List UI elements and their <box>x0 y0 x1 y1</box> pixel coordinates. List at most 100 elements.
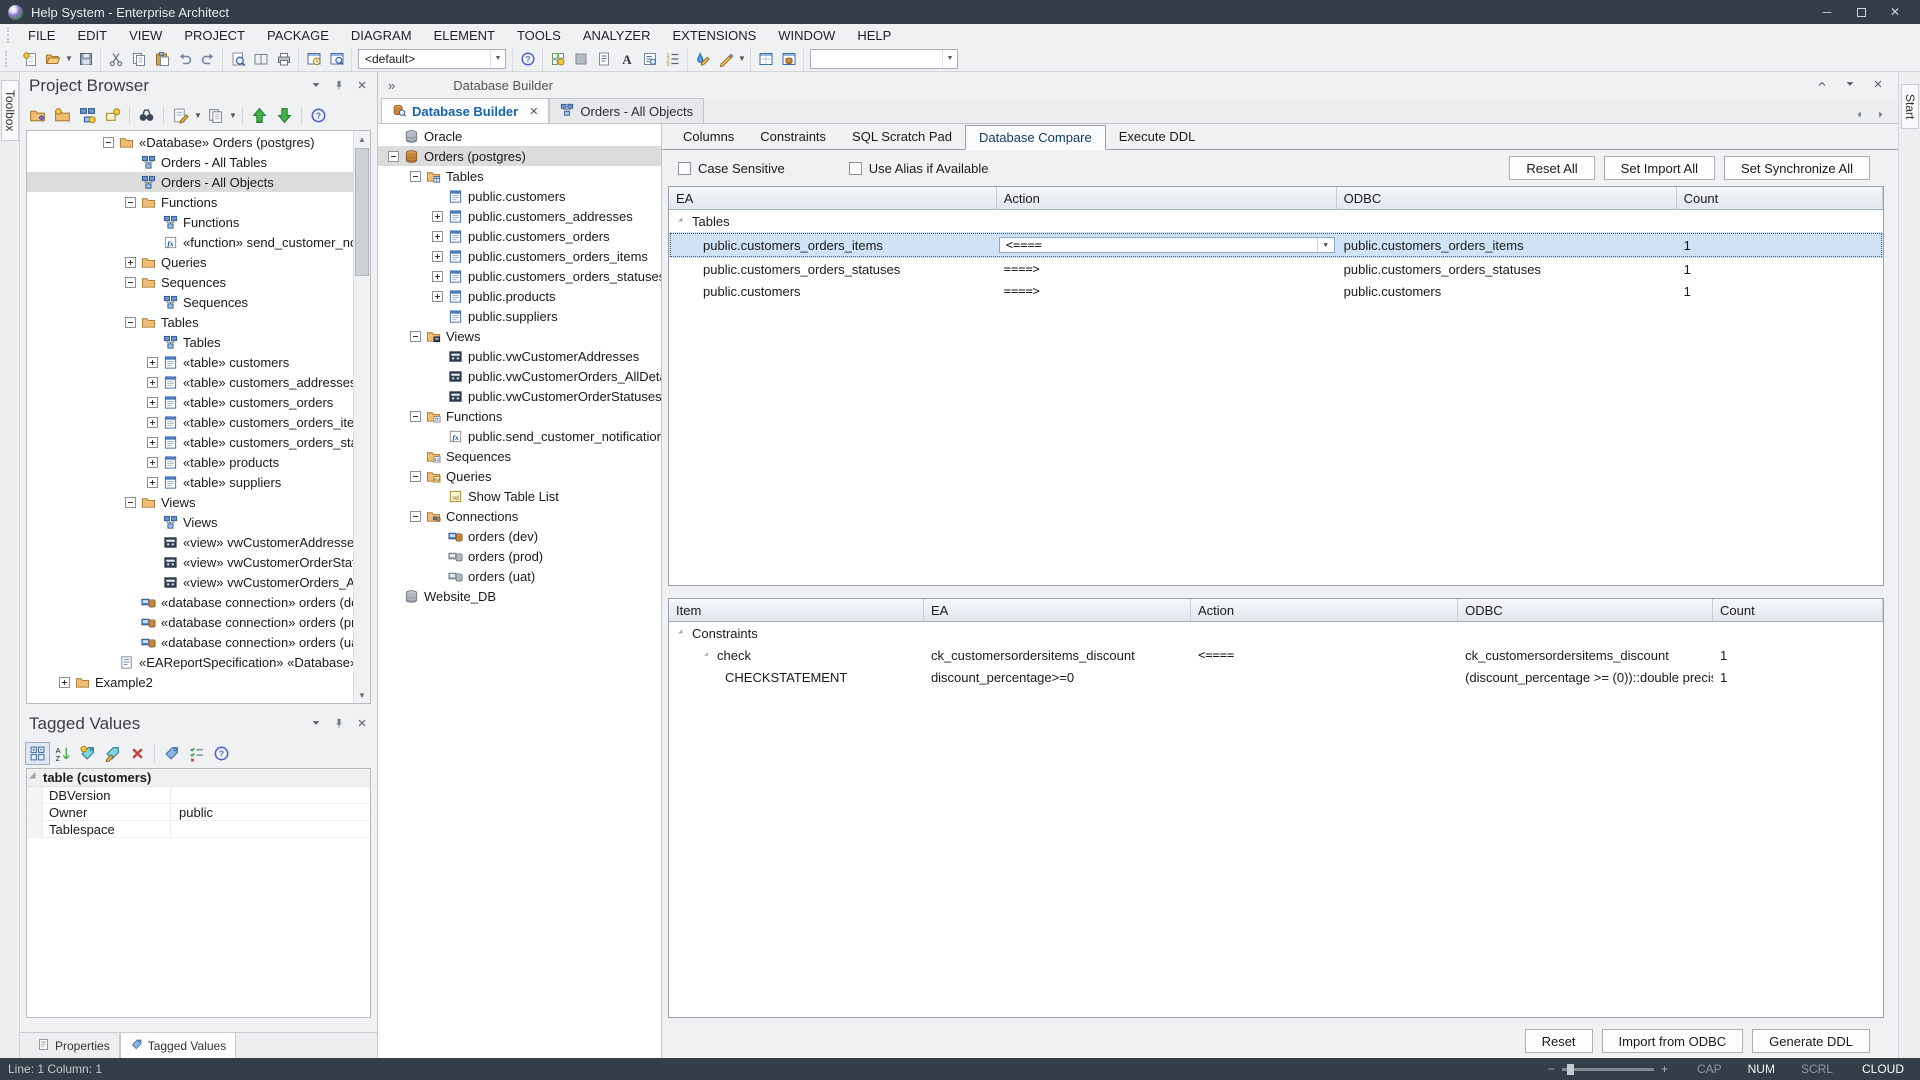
close-window-icon[interactable]: ✕ <box>1878 0 1912 24</box>
new-package-icon[interactable] <box>50 104 75 127</box>
column-header-odbc[interactable]: ODBC <box>1458 599 1713 621</box>
tree-item-oracle[interactable]: Oracle <box>378 126 661 146</box>
expander-plus-icon[interactable] <box>55 677 73 688</box>
zoom-in-icon[interactable]: + <box>1661 1062 1668 1076</box>
tree-item-views[interactable]: Views <box>378 326 661 346</box>
tree-item-database-connection-orders-dev[interactable]: «database connection» orders (dev) <box>27 592 353 612</box>
expander-minus-icon[interactable] <box>406 411 424 422</box>
tree-item-public-customers-orders-statuses[interactable]: public.customers_orders_statuses <box>378 266 661 286</box>
quick-search-combo[interactable]: ▼ <box>810 49 958 69</box>
default-tags-icon[interactable] <box>184 742 209 765</box>
tree-item-tables[interactable]: Tables <box>27 312 353 332</box>
tree-item-views[interactable]: Views <box>27 512 353 532</box>
tab-columns[interactable]: Columns <box>670 124 747 149</box>
tag-value[interactable]: public <box>171 805 370 820</box>
dropdown-caret-icon[interactable]: ▼ <box>228 111 238 120</box>
tagged-value-row[interactable]: DBVersion <box>27 787 370 804</box>
expander-minus-icon[interactable] <box>406 471 424 482</box>
new-document-icon[interactable] <box>18 48 41 69</box>
tags-icon[interactable] <box>159 742 184 765</box>
tree-item-function-send-customer-notification[interactable]: fx«function» send_customer_notification <box>27 232 353 252</box>
tree-item-public-customers[interactable]: public.customers <box>378 186 661 206</box>
expander-plus-icon[interactable] <box>143 437 161 448</box>
help-icon[interactable]: ? <box>516 48 539 69</box>
panel-menu-caret-icon[interactable] <box>1844 78 1856 93</box>
expander-minus-icon[interactable] <box>406 331 424 342</box>
expander-plus-icon[interactable] <box>143 357 161 368</box>
expander-plus-icon[interactable] <box>428 291 446 302</box>
cell-action[interactable]: <====▼ <box>997 232 1337 258</box>
toolbox-tab[interactable]: Toolbox <box>1 80 19 141</box>
element-browser-icon[interactable] <box>638 48 661 69</box>
menu-element[interactable]: ELEMENT <box>423 28 506 43</box>
expander-minus-icon[interactable] <box>121 277 139 288</box>
new-tag-icon[interactable] <box>75 742 100 765</box>
close-icon[interactable] <box>356 717 368 732</box>
column-header-action[interactable]: Action <box>1191 599 1458 621</box>
generate-ddl-button[interactable]: Generate DDL <box>1752 1029 1870 1053</box>
expander-minus-icon[interactable] <box>99 137 117 148</box>
group-row-constraints[interactable]: Constraints <box>669 622 1883 644</box>
column-header-odbc[interactable]: ODBC <box>1337 187 1677 209</box>
cut-icon[interactable] <box>104 48 127 69</box>
tree-item-connections[interactable]: Connections <box>378 506 661 526</box>
tree-item-orders-prod[interactable]: orders (prod) <box>378 546 661 566</box>
expand-panel-icon[interactable] <box>1816 78 1828 93</box>
find-in-project-icon[interactable] <box>226 48 249 69</box>
expander-minus-icon[interactable] <box>384 151 402 162</box>
cell-action[interactable]: ====> <box>997 258 1337 280</box>
browse-window-icon[interactable] <box>325 48 348 69</box>
tree-item-orders-all-tables[interactable]: Orders - All Tables <box>27 152 353 172</box>
save-icon[interactable] <box>74 48 97 69</box>
column-header-ea[interactable]: EA <box>669 187 997 209</box>
expander-plus-icon[interactable] <box>428 251 446 262</box>
help-icon[interactable]: ? <box>209 742 234 765</box>
tree-item-table-suppliers[interactable]: «table» suppliers <box>27 472 353 492</box>
menu-window[interactable]: WINDOW <box>767 28 846 43</box>
zoom-slider[interactable] <box>1562 1068 1654 1071</box>
menu-diagram[interactable]: DIAGRAM <box>340 28 423 43</box>
duplicate-icon[interactable] <box>203 104 228 127</box>
scroll-down-icon[interactable]: ▼ <box>354 687 370 703</box>
zoom-slider-thumb[interactable] <box>1567 1064 1574 1075</box>
case-sensitive-checkbox[interactable]: Case Sensitive <box>678 161 785 176</box>
close-icon[interactable] <box>1872 78 1884 93</box>
start-tab[interactable]: Start <box>1901 84 1919 129</box>
close-icon[interactable] <box>356 79 368 94</box>
bottom-tab-properties[interactable]: Properties <box>28 1033 120 1058</box>
compare-row-public-customers-orders-items[interactable]: public.customers_orders_items<====▼publi… <box>669 232 1883 258</box>
font-icon[interactable]: A <box>615 48 638 69</box>
minimize-icon[interactable]: ─ <box>1810 0 1844 24</box>
new-element-icon[interactable] <box>100 104 125 127</box>
copy-icon[interactable] <box>127 48 150 69</box>
tree-item-orders-all-objects[interactable]: Orders - All Objects <box>27 172 353 192</box>
menu-edit[interactable]: EDIT <box>66 28 118 43</box>
doc-tab-database-builder[interactable]: Database Builder✕ <box>381 98 549 123</box>
zoom-out-icon[interactable]: − <box>1548 1062 1555 1076</box>
tree-item-table-products[interactable]: «table» products <box>27 452 353 472</box>
numbered-list-icon[interactable]: 123 <box>661 48 684 69</box>
manage-views-icon[interactable] <box>249 48 272 69</box>
tagged-value-row[interactable]: Tablespace <box>27 821 370 838</box>
expander-minus-icon[interactable] <box>121 497 139 508</box>
tree-item-table-customers-orders[interactable]: «table» customers_orders <box>27 392 353 412</box>
reset-all-button[interactable]: Reset All <box>1509 156 1594 180</box>
tree-item-website-db[interactable]: Website_DB <box>378 586 661 606</box>
linked-document-icon[interactable] <box>592 48 615 69</box>
tree-item-sequences[interactable]: Sequences <box>27 272 353 292</box>
column-header-count[interactable]: Count <box>1677 187 1883 209</box>
tree-item-table-customers-orders-statuses[interactable]: «table» customers_orders_statuses <box>27 432 353 452</box>
cloud-status[interactable]: CLOUD <box>1846 1058 1920 1080</box>
action-dropdown[interactable]: <====▼ <box>999 237 1335 253</box>
column-header-ea[interactable]: EA <box>924 599 1191 621</box>
expander-plus-icon[interactable] <box>143 457 161 468</box>
tree-item-public-customers-addresses[interactable]: public.customers_addresses <box>378 206 661 226</box>
menu-project[interactable]: PROJECT <box>173 28 256 43</box>
stereotype-grid-icon[interactable] <box>546 48 569 69</box>
tree-item-public-send-customer-notification[interactable]: fxpublic.send_customer_notification <box>378 426 661 446</box>
format-painter-icon[interactable] <box>691 48 714 69</box>
tree-item-eareportspecification-database-postgr[interactable]: «EAReportSpecification» «Database» Postg… <box>27 652 353 672</box>
pin-icon[interactable] <box>333 79 345 94</box>
set-import-all-button[interactable]: Set Import All <box>1604 156 1715 180</box>
dropdown-caret-icon[interactable]: ▼ <box>64 54 74 63</box>
